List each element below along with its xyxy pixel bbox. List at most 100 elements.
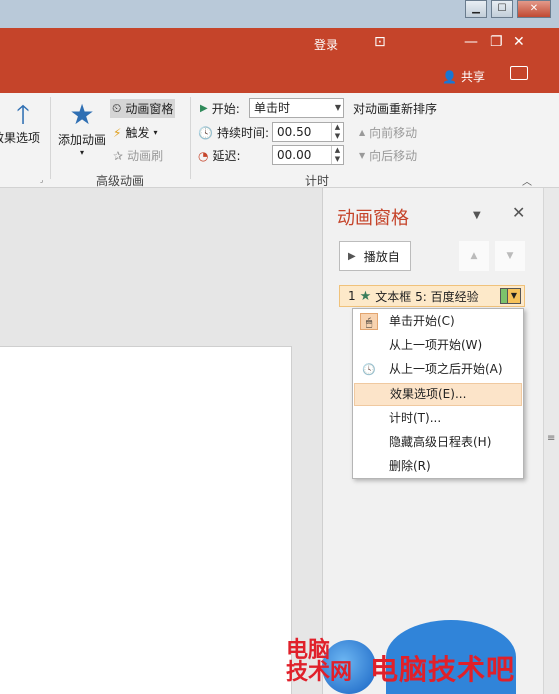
duration-label-text: 持续时间: [216, 126, 269, 140]
share-label: 共享 [460, 70, 485, 84]
item-number: 1 [348, 289, 356, 303]
animation-pane-label: 动画窗格 [125, 102, 174, 116]
delay-input[interactable]: 00.00 ▲ ▼ [272, 145, 344, 165]
arrow-up-icon: 🡑 [16, 100, 30, 130]
play-from-button[interactable]: ▶ 播放自 [339, 241, 411, 271]
duration-value: 00.50 [277, 125, 312, 139]
start-label: ▶ 开始: [200, 100, 240, 117]
effect-options-button[interactable]: 🡑 效果选项 [0, 101, 46, 146]
clock-icon: 🕓 [198, 125, 213, 140]
close-icon[interactable]: ✕ [512, 203, 525, 222]
menu-item-label: 删除(R) [389, 459, 431, 473]
clock-icon: 🕓 [362, 363, 376, 376]
menu-item-on-click[interactable]: 🖱 单击开始(C) [354, 310, 522, 333]
duration-input[interactable]: 00.50 ▲ ▼ [272, 122, 344, 142]
menu-item-label: 单击开始(C) [389, 314, 455, 328]
maximize-icon[interactable]: ☐ [491, 0, 513, 18]
move-earlier-button[interactable]: ▲ 向前移动 [359, 124, 417, 141]
play-triangle-icon: ▶ [200, 103, 208, 114]
menu-item-hide-timeline[interactable]: 隐藏高级日程表(H) [354, 431, 522, 454]
slide-editor [0, 188, 322, 694]
move-later-label: 向后移动 [369, 149, 418, 163]
item-label: 文本框 5: 百度经验 [375, 289, 479, 304]
mouse-click-icon: 🖱 [360, 313, 378, 330]
trigger-button[interactable]: ⚡ 触发 ▾ [113, 124, 157, 141]
timeline-bar-icon [500, 288, 508, 304]
menu-item-with-previous[interactable]: 从上一项开始(W) [354, 334, 522, 357]
ribbon: 🡑 效果选项 ★ 添加动画 ▾ ⏲动画窗格 ⚡触发▾ ✰动画刷 高级动画 ⌟ ▶… [0, 93, 559, 188]
delay-label: ◔ 延迟: [198, 147, 241, 164]
watermark-small: 电脑 技术网 [286, 640, 352, 684]
pane-options-icon[interactable]: ▼ [473, 210, 481, 221]
close-icon[interactable]: ✕ [513, 34, 525, 50]
move-up-button[interactable]: ▲ [459, 241, 489, 271]
vertical-scrollbar[interactable]: ≡ [543, 188, 559, 694]
move-down-button[interactable]: ▼ [495, 241, 525, 271]
chevron-down-icon: ▾ [79, 148, 84, 157]
minimize-icon[interactable]: — [464, 34, 478, 50]
menu-item-after-previous[interactable]: 🕓 从上一项之后开始(A) [354, 358, 522, 381]
spinner-icon[interactable]: ▲ ▼ [331, 146, 343, 164]
window-chrome: ▁ ☐ ✕ [0, 0, 559, 28]
chevron-down-icon: ▼ [508, 288, 521, 304]
trigger-label: 触发 [125, 126, 150, 140]
spinner-icon[interactable]: ▲ ▼ [331, 123, 343, 141]
add-animation-label: 添加动画 [57, 133, 106, 147]
add-animation-button[interactable]: ★ 添加动画 ▾ [56, 98, 108, 158]
title-bar: 登录 ⊡ — ❐ ✕ 👤 共享 [0, 28, 559, 93]
advanced-animation-group-label: 高级动画 [96, 174, 145, 188]
context-menu: 🖱 单击开始(C) 从上一项开始(W) 🕓 从上一项之后开始(A) 效果选项(E… [352, 308, 524, 479]
minimize-icon[interactable]: ▁ [465, 0, 487, 18]
watermark-small-line1: 电脑 [286, 638, 331, 663]
start-select-value: 单击时 [254, 101, 291, 115]
start-select[interactable]: 单击时 ▼ [249, 98, 344, 118]
animation-pane-icon: ⏲ [112, 101, 122, 115]
animation-painter-button[interactable]: ✰ 动画刷 [113, 147, 163, 164]
watermark-text: 电脑技术吧 [370, 653, 516, 686]
move-earlier-label: 向前移动 [369, 126, 418, 140]
menu-item-effect-options[interactable]: 效果选项(E)... [354, 383, 522, 406]
window-controls: ▁ ☐ ✕ [465, 0, 551, 18]
delay-value: 00.00 [277, 148, 312, 162]
pane-title: 动画窗格 [337, 208, 409, 229]
lightning-icon: ⚡ [113, 125, 122, 140]
start-label-text: 开始: [211, 102, 240, 116]
item-dropdown-button[interactable]: ▼ [500, 288, 522, 304]
star-icon: ★ [359, 288, 372, 304]
slide-canvas[interactable] [0, 346, 292, 694]
animation-painter-label: 动画刷 [127, 149, 164, 163]
ribbon-display-options-icon[interactable]: ⊡ [374, 34, 386, 50]
star-add-icon: ★ [69, 98, 95, 131]
dialog-launcher-icon[interactable]: ⌟ [40, 176, 43, 184]
menu-item-label: 隐藏高级日程表(H) [389, 435, 492, 449]
comment-icon[interactable] [510, 66, 528, 80]
watermark-small-line2: 技术网 [286, 660, 353, 685]
menu-item-label: 效果选项(E)... [390, 387, 467, 401]
menu-item-remove[interactable]: 删除(R) [354, 455, 522, 478]
login-button[interactable]: 登录 [314, 36, 338, 53]
menu-item-label: 计时(T)... [389, 411, 442, 425]
move-later-button[interactable]: ▼ 向后移动 [359, 147, 417, 164]
delay-icon: ◔ [198, 148, 209, 163]
triangle-up-icon: ▲ [359, 128, 366, 137]
collapse-ribbon-icon[interactable]: ︿ [522, 173, 532, 188]
menu-item-label: 从上一项之后开始(A) [389, 362, 503, 376]
timing-group-label: 计时 [305, 174, 330, 188]
share-button[interactable]: 👤 共享 [442, 68, 489, 85]
duration-label: 🕓 持续时间: [198, 124, 269, 141]
triangle-down-icon: ▼ [359, 151, 366, 160]
reorder-title: 对动画重新排序 [353, 102, 438, 116]
animation-pane-button[interactable]: ⏲ 动画窗格 [110, 99, 176, 118]
scroll-grip-icon: ≡ [547, 433, 556, 444]
menu-item-timing[interactable]: 计时(T)... [354, 407, 522, 430]
play-icon: ▶ [348, 250, 356, 262]
person-icon: 👤 [442, 70, 457, 84]
effect-options-label: 效果选项 [0, 131, 40, 145]
play-from-label: 播放自 [363, 249, 400, 264]
chevron-down-icon: ▼ [334, 103, 341, 112]
chevron-down-icon: ▾ [153, 128, 158, 137]
menu-item-label: 从上一项开始(W) [389, 338, 483, 352]
restore-icon[interactable]: ❐ [490, 34, 503, 50]
close-icon[interactable]: ✕ [517, 0, 551, 18]
animation-list-item[interactable]: 1 ★ 文本框 5: 百度经验 ▼ [339, 285, 525, 307]
